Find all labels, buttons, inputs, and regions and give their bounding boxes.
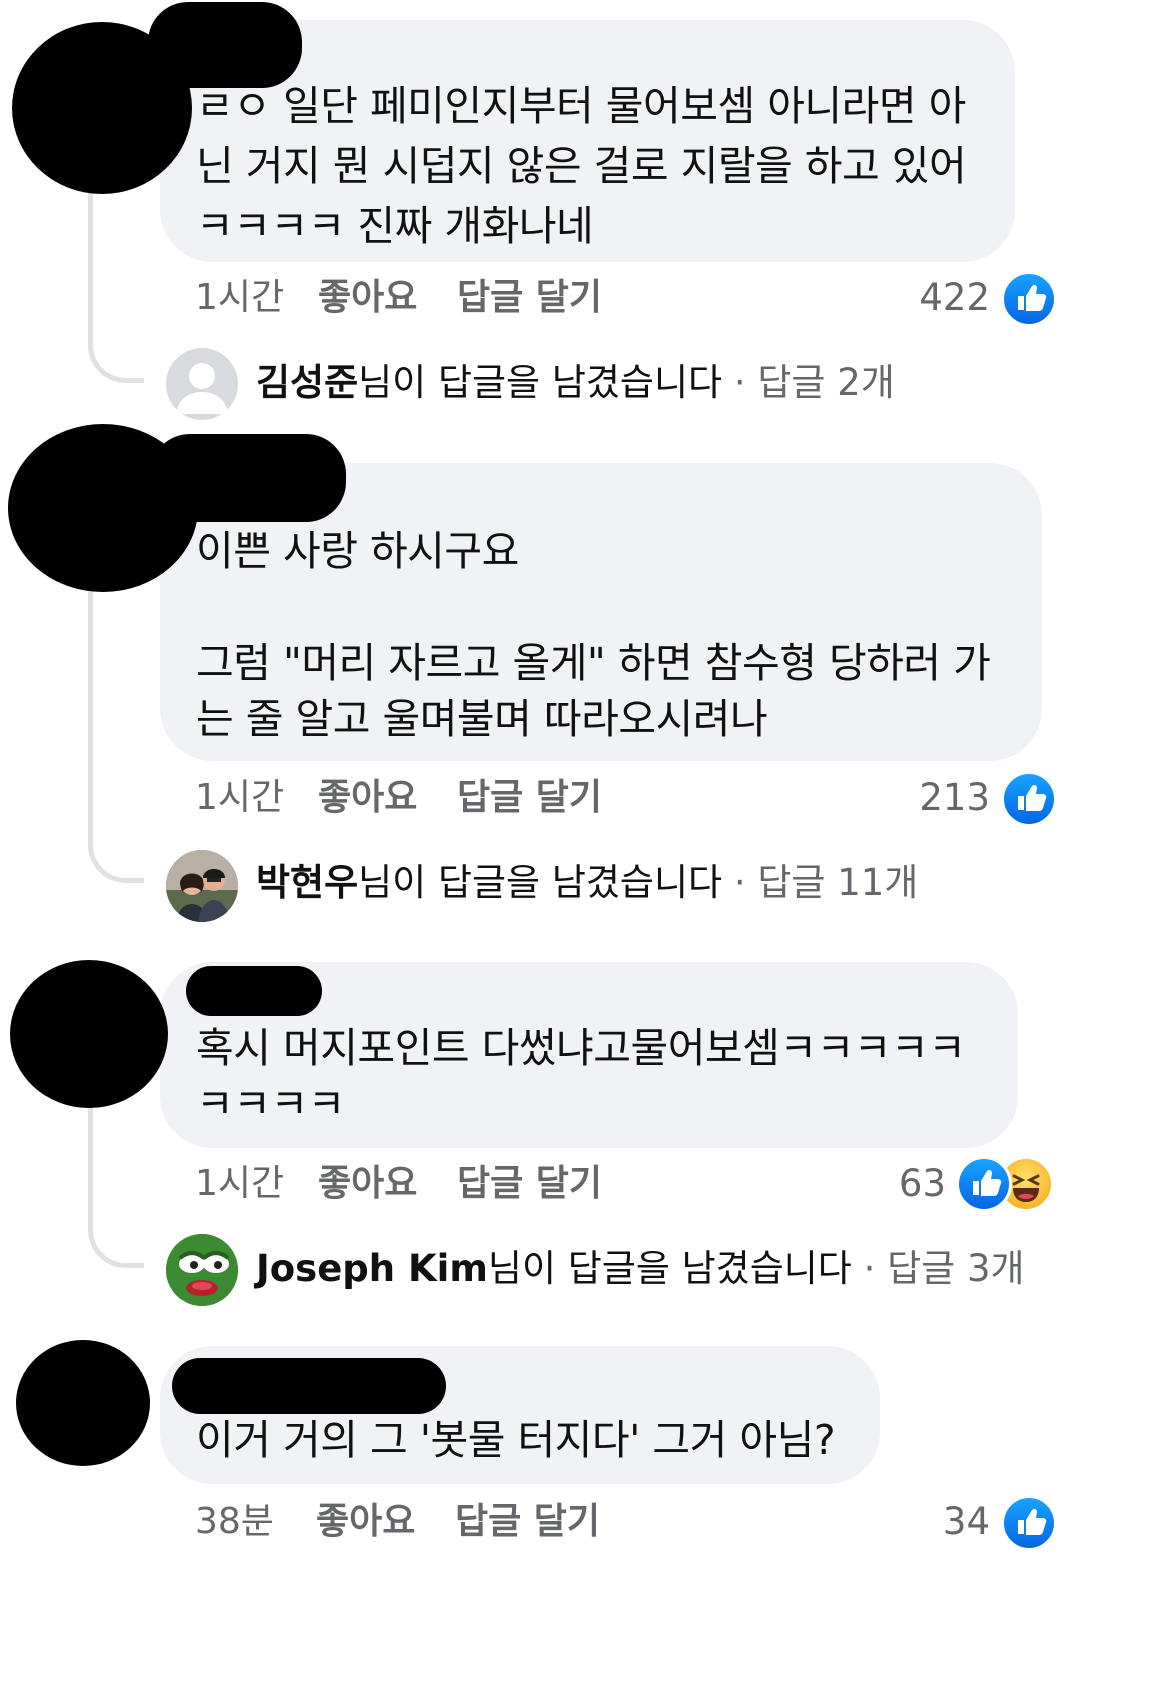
avatar-redaction bbox=[16, 1340, 150, 1466]
reply-button[interactable]: 답글 달기 bbox=[457, 1162, 602, 1206]
like-button[interactable]: 좋아요 bbox=[318, 276, 417, 320]
thread-connector bbox=[88, 590, 144, 883]
reply-suffix: 님이 답글을 남겼습니다 bbox=[358, 361, 723, 404]
view-replies-link[interactable]: Joseph Kim님이 답글을 남겼습니다 · 답글 3개 bbox=[256, 1246, 1025, 1292]
reply-count: · 답글 2개 bbox=[733, 361, 895, 404]
reply-suffix: 님이 답글을 남겼습니다 bbox=[487, 1247, 852, 1290]
name-redaction bbox=[148, 2, 302, 88]
thumbs-up-icon bbox=[1018, 284, 1047, 311]
name-redaction bbox=[186, 966, 322, 1016]
reaction-count[interactable]: 63 bbox=[836, 1162, 946, 1206]
reply-suffix: 님이 답글을 남겼습니다 bbox=[358, 861, 723, 904]
thumbs-up-icon bbox=[973, 1169, 1002, 1196]
couple-photo-avatar[interactable] bbox=[166, 850, 238, 922]
comment-text: 이쁜 사랑 하시구요 그럼 "머리 자르고 올게" 하면 참수형 당하러 가 는… bbox=[196, 527, 991, 743]
like-icon bbox=[1001, 771, 1057, 827]
avatar-redaction bbox=[10, 960, 168, 1108]
view-replies-link[interactable]: 김성준님이 답글을 남겼습니다 · 답글 2개 bbox=[256, 360, 895, 406]
like-icon bbox=[956, 1156, 1012, 1212]
reply-count: · 답글 3개 bbox=[863, 1247, 1025, 1290]
reaction-count[interactable]: 213 bbox=[880, 776, 990, 820]
comment-text: ㄹㅇ 일단 페미인지부터 물어보셈 아니라면 아 닌 거지 뭔 시덥지 않은 걸… bbox=[196, 82, 967, 250]
pepe-frog-avatar[interactable] bbox=[166, 1234, 238, 1306]
reply-author: Joseph Kim bbox=[256, 1247, 488, 1290]
default-avatar-icon[interactable] bbox=[166, 348, 238, 420]
name-redaction bbox=[150, 434, 346, 522]
reply-button[interactable]: 답글 달기 bbox=[457, 776, 602, 820]
thumbs-up-icon bbox=[1018, 1508, 1047, 1535]
photo-icon bbox=[166, 850, 238, 922]
reply-author: 박현우 bbox=[256, 861, 359, 904]
reply-button[interactable]: 답글 달기 bbox=[457, 276, 602, 320]
person-silhouette-icon bbox=[176, 363, 228, 414]
thumbs-up-icon bbox=[1018, 784, 1047, 811]
frog-icon bbox=[166, 1234, 238, 1306]
like-button[interactable]: 좋아요 bbox=[318, 776, 417, 820]
comment-text: 혹시 머지포인트 다썼냐고물어보셈ㅋㅋㅋㅋㅋ ㅋㅋㅋㅋ bbox=[196, 1024, 966, 1128]
like-icon bbox=[1001, 1495, 1057, 1551]
reaction-count[interactable]: 422 bbox=[880, 276, 990, 320]
name-redaction bbox=[172, 1358, 446, 1414]
view-replies-link[interactable]: 박현우님이 답글을 남겼습니다 · 답글 11개 bbox=[256, 860, 918, 906]
like-icon bbox=[1001, 271, 1057, 327]
comment-time: 1시간 bbox=[195, 277, 285, 318]
reply-author: 김성준 bbox=[256, 361, 359, 404]
reply-button[interactable]: 답글 달기 bbox=[455, 1500, 600, 1544]
comment-time: 1시간 bbox=[195, 777, 285, 818]
comment-time: 38분 bbox=[195, 1501, 274, 1542]
reply-count: · 답글 11개 bbox=[733, 861, 919, 904]
comment-text: 이거 거의 그 '봇물 터지다' 그거 아님? bbox=[196, 1416, 836, 1464]
like-button[interactable]: 좋아요 bbox=[316, 1500, 415, 1544]
comment-time: 1시간 bbox=[195, 1163, 285, 1204]
like-button[interactable]: 좋아요 bbox=[318, 1162, 417, 1206]
reaction-count[interactable]: 34 bbox=[880, 1500, 990, 1544]
